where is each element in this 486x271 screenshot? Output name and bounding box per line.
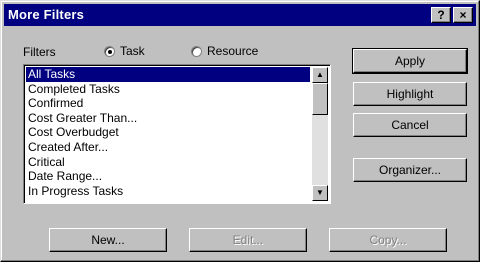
scroll-down-arrow-icon[interactable]: ▼ [312, 185, 328, 201]
scrollbar-thumb[interactable] [312, 83, 328, 115]
resource-radio-label: Resource [207, 44, 259, 58]
apply-button[interactable]: Apply [352, 48, 468, 74]
task-radio[interactable]: Task [104, 44, 145, 58]
list-item[interactable]: Critical [26, 155, 310, 170]
highlight-button[interactable]: Highlight [353, 82, 467, 106]
edit-button[interactable]: Edit... [189, 228, 307, 252]
scroll-up-arrow-icon[interactable]: ▲ [312, 67, 328, 83]
list-scrollbar[interactable]: ▲ ▼ [312, 67, 328, 201]
list-item[interactable]: In Progress Tasks [26, 184, 310, 199]
new-button[interactable]: New... [49, 228, 167, 252]
filters-listbox[interactable]: All Tasks Completed Tasks Confirmed Cost… [23, 64, 331, 204]
help-button[interactable]: ? [431, 7, 451, 23]
list-item[interactable]: Confirmed [26, 96, 310, 111]
filter-list: All Tasks Completed Tasks Confirmed Cost… [26, 67, 310, 198]
filters-label: Filters [23, 45, 56, 59]
list-item[interactable]: Completed Tasks [26, 82, 310, 97]
resource-radio-circle-icon[interactable] [191, 45, 202, 57]
list-item[interactable]: Cost Overbudget [26, 125, 310, 140]
title-bar: More Filters ? × [4, 4, 476, 26]
list-item[interactable]: Created After... [26, 140, 310, 155]
task-radio-circle-icon[interactable] [104, 45, 115, 57]
more-filters-dialog: More Filters ? × Filters Task Resource A… [0, 0, 480, 262]
dialog-title: More Filters [8, 7, 85, 22]
task-radio-label: Task [120, 44, 145, 58]
organizer-button[interactable]: Organizer... [353, 158, 467, 182]
list-item[interactable]: Cost Greater Than... [26, 111, 310, 126]
close-button[interactable]: × [453, 7, 473, 23]
copy-button[interactable]: Copy... [329, 228, 447, 252]
list-item[interactable]: All Tasks [26, 67, 310, 82]
resource-radio[interactable]: Resource [191, 44, 258, 58]
list-item[interactable]: Date Range... [26, 169, 310, 184]
cancel-button[interactable]: Cancel [353, 113, 467, 137]
